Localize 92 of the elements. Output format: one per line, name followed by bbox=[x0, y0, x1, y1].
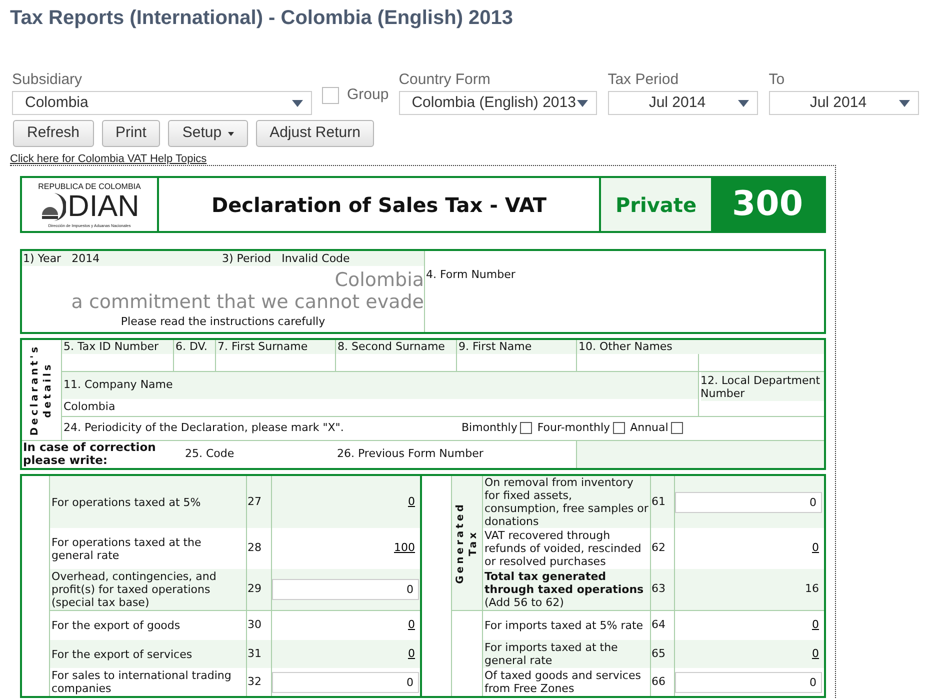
line-number: 63 bbox=[652, 582, 666, 595]
row-label: Total tax generated through taxed operations (Add 56 to 62) bbox=[484, 570, 644, 609]
amount-input[interactable]: 0 bbox=[272, 578, 418, 600]
amount-input[interactable]: 0 bbox=[674, 672, 822, 692]
checkbox-label: Group bbox=[347, 84, 389, 105]
field-label: 5. Tax ID Number bbox=[61, 339, 173, 354]
action-button[interactable]: Refresh bbox=[13, 120, 94, 147]
option-label: Annual bbox=[630, 420, 668, 436]
side-label: Declarant's bbox=[28, 344, 42, 436]
side-label: Tax bbox=[466, 530, 480, 556]
amount-value: 16 bbox=[805, 582, 819, 595]
side-label: details bbox=[41, 362, 54, 418]
field-label: 4. Form Number bbox=[426, 268, 516, 281]
line-number: 30 bbox=[248, 618, 262, 631]
line-number: 32 bbox=[248, 674, 262, 688]
field-label: 25. Code bbox=[185, 447, 234, 460]
amount-link[interactable]: 0 bbox=[812, 618, 819, 631]
field-label: Tax Period bbox=[608, 70, 680, 90]
field-label: Subsidiary bbox=[12, 70, 84, 90]
amount-link[interactable]: 0 bbox=[812, 646, 819, 660]
line-number: 66 bbox=[652, 674, 666, 688]
row-label: Overhead, contingencies, and profit(s) for taxed operations (special tax base) bbox=[52, 570, 216, 609]
amount-link[interactable]: 100 bbox=[394, 541, 415, 554]
dropdown[interactable]: Colombia (English) 2013 bbox=[398, 91, 597, 115]
amount-link[interactable]: 0 bbox=[812, 541, 819, 554]
line-number: 31 bbox=[248, 646, 262, 660]
motto: Colombia bbox=[334, 269, 424, 291]
amount-link[interactable]: 0 bbox=[408, 618, 415, 631]
side-label: Generated bbox=[454, 502, 466, 584]
line-number: 28 bbox=[248, 541, 262, 554]
row-label: For the export of goods bbox=[52, 618, 180, 632]
row-label: For imports taxed at 5% rate bbox=[484, 618, 644, 632]
row-label: For sales to international trading companies bbox=[52, 669, 232, 695]
option-label: Four-monthly bbox=[537, 420, 610, 436]
form-number: 300 bbox=[732, 183, 803, 226]
field-label: 11. Company Name bbox=[64, 378, 173, 391]
caret-icon bbox=[898, 100, 910, 106]
option-checkbox[interactable] bbox=[671, 422, 684, 434]
caret-icon bbox=[738, 100, 749, 106]
page-title: Tax Reports (International) - Colombia (English) 2013 bbox=[9, 6, 514, 30]
field-label: Country Form bbox=[398, 70, 492, 90]
line-number: 65 bbox=[652, 646, 666, 660]
logo-caption: REPUBLICA DE COLOMBIA bbox=[38, 182, 141, 190]
menu-button[interactable]: Setup bbox=[168, 120, 248, 147]
line-number: 61 bbox=[652, 494, 666, 508]
instructions-note: Please read the instructions carefully bbox=[120, 315, 326, 329]
motto: a commitment that we cannot evade bbox=[70, 291, 424, 313]
correction-label: In case of correction please write: bbox=[23, 440, 156, 468]
amount-link[interactable]: 0 bbox=[408, 494, 415, 508]
field-label: 12. Local Department Number bbox=[700, 374, 820, 400]
line-number: 62 bbox=[652, 541, 666, 554]
dropdown[interactable]: Colombia bbox=[12, 91, 312, 115]
action-button[interactable]: Adjust Return bbox=[256, 120, 374, 147]
row-label: VAT recovered through refunds of voided, rescinded or resolved purchases bbox=[484, 529, 642, 568]
caret-icon bbox=[228, 132, 234, 136]
option-checkbox[interactable] bbox=[613, 422, 626, 434]
amount-input[interactable]: 0 bbox=[272, 672, 418, 692]
option-checkbox[interactable] bbox=[520, 422, 532, 434]
company-name: Colombia bbox=[64, 400, 116, 413]
year-label: 1) Year 2014 bbox=[22, 251, 101, 266]
field-label: 8. Second Surname bbox=[335, 339, 456, 354]
line-number: 29 bbox=[248, 582, 262, 595]
dropdown[interactable]: Jul 2014 bbox=[768, 91, 919, 115]
field-label: To bbox=[768, 70, 786, 90]
caret-icon bbox=[576, 100, 588, 106]
row-label: For operations taxed at the general rate bbox=[52, 536, 202, 562]
option-label: Bimonthly bbox=[462, 420, 518, 436]
row-label: For the export of services bbox=[52, 648, 192, 660]
field-label: 10. Other Names bbox=[576, 339, 825, 354]
sun-emblem-icon bbox=[40, 190, 66, 222]
field-label: 24. Periodicity of the Declaration, please mark "X". bbox=[64, 420, 345, 436]
field-label: 7. First Surname bbox=[215, 339, 335, 354]
field-label: 26. Previous Form Number bbox=[337, 447, 484, 460]
dropdown[interactable]: Jul 2014 bbox=[608, 91, 758, 115]
action-button[interactable]: Print bbox=[102, 120, 160, 147]
privacy-label: Private bbox=[615, 192, 697, 218]
period-label: 3) Period Invalid Code bbox=[222, 251, 350, 266]
caret-icon bbox=[292, 100, 303, 106]
form-title: Declaration of Sales Tax - VAT bbox=[211, 192, 547, 218]
group-checkbox[interactable] bbox=[322, 86, 339, 104]
line-number: 27 bbox=[248, 494, 262, 508]
row-label: On removal from inventory for fixed assets, consumption, free samples or donations bbox=[484, 476, 648, 528]
line-number: 64 bbox=[652, 618, 666, 631]
logo-wordmark: DIAN bbox=[68, 190, 140, 222]
help-link[interactable]: Click here for Colombia VAT Help Topics bbox=[10, 153, 207, 165]
row-label: For operations taxed at 5% bbox=[52, 496, 201, 508]
amount-link[interactable]: 0 bbox=[408, 646, 415, 660]
field-label: 6. DV. bbox=[173, 339, 215, 354]
row-label: Of taxed goods and services from Free Zones bbox=[484, 669, 641, 695]
row-label: For imports taxed at the general rate bbox=[484, 641, 618, 667]
field-label: 9. First Name bbox=[456, 339, 576, 354]
amount-input[interactable]: 0 bbox=[674, 492, 822, 512]
